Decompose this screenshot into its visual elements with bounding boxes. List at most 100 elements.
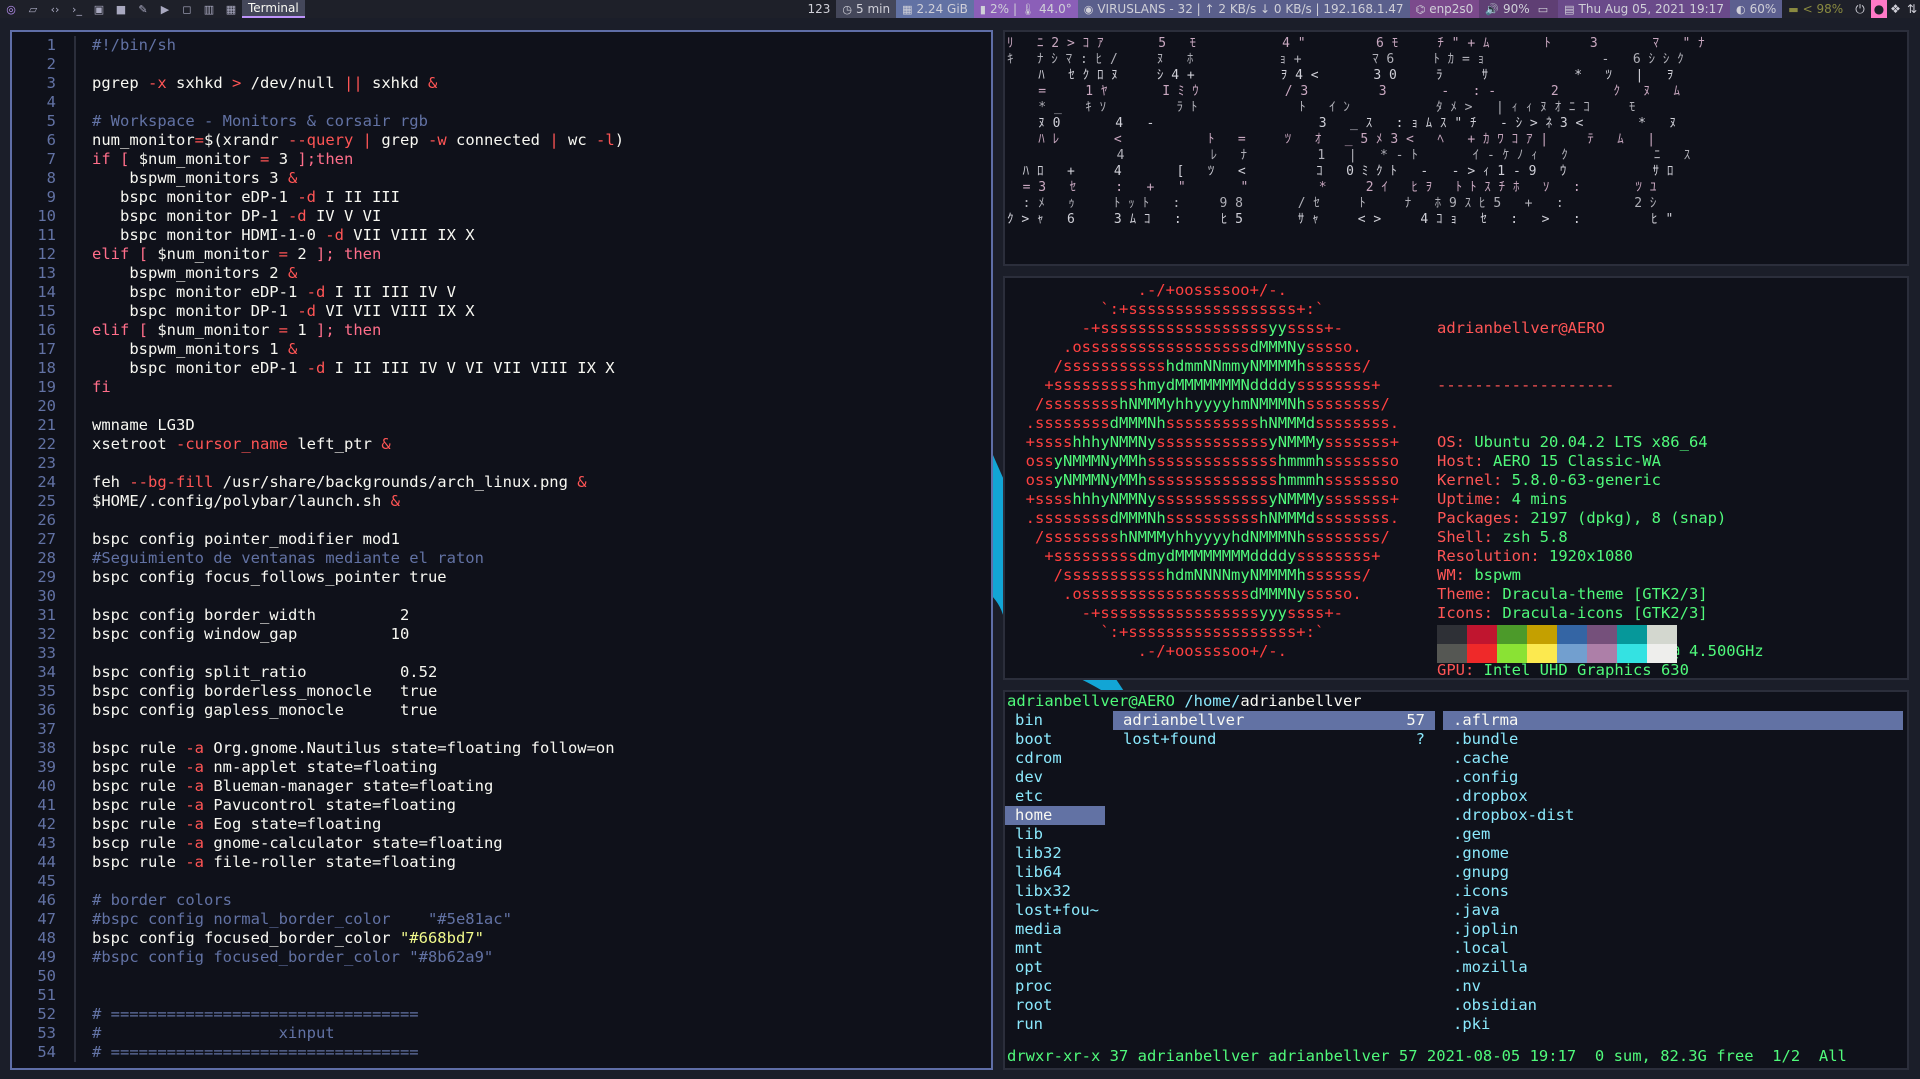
ranger-columns: bin boot cdrom dev etc home lib lib32 lib64 libx3… bbox=[1005, 711, 1907, 1034]
directory-item[interactable]: .bundle bbox=[1443, 730, 1903, 749]
directory-item[interactable]: boot bbox=[1005, 730, 1105, 749]
ascii-line: /sssssssshNMMMyhhyyyyhmNMMMNhssssssss/ bbox=[1007, 395, 1390, 413]
directory-item[interactable]: etc bbox=[1005, 787, 1105, 806]
dracula-icon[interactable]: ◎ bbox=[0, 0, 22, 18]
directory-item[interactable]: lib64 bbox=[1005, 863, 1105, 882]
directory-item[interactable]: .gem bbox=[1443, 825, 1903, 844]
ascii-line: +ssssssssshmydMMMMMMMNddddyssssssss+ bbox=[1007, 376, 1381, 394]
directory-item[interactable]: dev bbox=[1005, 768, 1105, 787]
ascii-line: ossyNMMMNyMMhsssssssssssssshmmmhssssssso bbox=[1007, 471, 1400, 489]
code-line: 19 fi bbox=[12, 378, 991, 397]
ascii-line: /ssssssssssshdmNNNNmyNMMMMhssssss/ bbox=[1007, 566, 1372, 584]
palette-swatch bbox=[1647, 625, 1677, 644]
uptime-module: ◷ 5 min bbox=[836, 0, 897, 18]
code-line: 28 #Seguimiento de ventanas mediante el r… bbox=[12, 549, 991, 568]
current-column: adrianbellver 57 lost+found? bbox=[1105, 711, 1435, 1034]
ascii-line: `:+ssssssssssssssssss+:` bbox=[1007, 300, 1325, 318]
chart-icon[interactable]: ▥ bbox=[198, 0, 220, 18]
browser-icon[interactable]: ◻ bbox=[176, 0, 198, 18]
ascii-line: `:+ssssssssssssssssss+:` bbox=[1007, 623, 1325, 641]
camera-icon[interactable]: ▶ bbox=[154, 0, 176, 18]
matrix-row: ﾊ ｾ ｸ ﾛ ﾇ ｼ 4 + ｦ 4 < 3 0 ﾗ ｻ * ﾂ | ｦ bbox=[1007, 68, 1674, 83]
directory-item[interactable]: lost+found? bbox=[1113, 730, 1435, 749]
code-line: 47 #bspc config normal_border_color "#5e8… bbox=[12, 910, 991, 929]
directory-item[interactable]: .nv bbox=[1443, 977, 1903, 996]
directory-item[interactable]: .dropbox bbox=[1443, 787, 1903, 806]
directory-item[interactable]: proc bbox=[1005, 977, 1105, 996]
code-line: 32 bspc config window_gap 10 bbox=[12, 625, 991, 644]
directory-item[interactable]: cdrom bbox=[1005, 749, 1105, 768]
terminal-icon[interactable]: ›_ bbox=[66, 0, 88, 18]
ascii-line: .ossssssssssssssssssdMMMNysssso. bbox=[1007, 338, 1362, 356]
directory-item[interactable]: opt bbox=[1005, 958, 1105, 977]
tray-dropbox-icon[interactable]: ❖ bbox=[1887, 0, 1904, 18]
matrix-terminal[interactable]: ﾘ ﾆ 2 > ｺ ｱ 5 ﾓ 4 " 6 ﾓ ﾁ " + ﾑ ﾄ 3 ﾏ " … bbox=[1003, 30, 1909, 266]
palette-swatch bbox=[1557, 644, 1587, 663]
video-icon[interactable]: ■ bbox=[110, 0, 132, 18]
power-button[interactable]: ⏻ bbox=[1849, 0, 1871, 18]
volume-module[interactable]: 🔊 90% ▭ bbox=[1479, 0, 1559, 18]
directory-item[interactable]: home bbox=[1005, 806, 1105, 825]
tray-app-icon[interactable]: ● bbox=[1870, 0, 1888, 18]
monitor-icon: ▭ bbox=[1537, 2, 1549, 16]
active-window-title[interactable]: Terminal bbox=[242, 0, 305, 18]
directory-item[interactable]: .joplin bbox=[1443, 920, 1903, 939]
directory-item[interactable]: .java bbox=[1443, 901, 1903, 920]
code-line: 3 pgrep -x sxhkd > /dev/null || sxhkd & bbox=[12, 74, 991, 93]
line-number: 43 bbox=[37, 834, 56, 852]
directory-item[interactable]: root bbox=[1005, 996, 1105, 1015]
folder-icon[interactable]: ▱ bbox=[22, 0, 44, 18]
cpu-icon: ▮ bbox=[979, 2, 986, 16]
line-number: 33 bbox=[37, 644, 56, 662]
line-number: 49 bbox=[37, 948, 56, 966]
palette-swatch bbox=[1527, 625, 1557, 644]
pen-icon[interactable]: ✎ bbox=[132, 0, 154, 18]
code-line: 41 bspc rule -a Pavucontrol state=floatin… bbox=[12, 796, 991, 815]
line-number: 34 bbox=[37, 663, 56, 681]
directory-item[interactable]: .icons bbox=[1443, 882, 1903, 901]
directory-item[interactable]: adrianbellver 57 bbox=[1113, 711, 1435, 730]
ethernet-module: ⌬ enp2s0 bbox=[1409, 0, 1480, 18]
directory-item[interactable]: .mozilla bbox=[1443, 958, 1903, 977]
tray-network-icon[interactable]: ⇅ bbox=[1904, 0, 1920, 18]
code-line: 37 bbox=[12, 720, 991, 739]
palette-swatch bbox=[1647, 644, 1677, 663]
directory-item[interactable]: run bbox=[1005, 1015, 1105, 1034]
directory-item[interactable]: media bbox=[1005, 920, 1105, 939]
line-number: 5 bbox=[46, 112, 56, 130]
directory-item[interactable]: lib32 bbox=[1005, 844, 1105, 863]
directory-item[interactable]: .config bbox=[1443, 768, 1903, 787]
code-icon[interactable]: ‹› bbox=[44, 0, 66, 18]
palette-swatch bbox=[1467, 625, 1497, 644]
directory-item[interactable]: .pki bbox=[1443, 1015, 1903, 1034]
line-number: 14 bbox=[37, 283, 56, 301]
network-module[interactable]: ◉ VIRUSLANS - 32 | ↑ 2 KB/s ↓ 0 KB/s | 19… bbox=[1077, 0, 1410, 18]
directory-item[interactable]: mnt bbox=[1005, 939, 1105, 958]
code-line: 53 # xinput bbox=[12, 1024, 991, 1043]
code-line: 48 bspc config focused_border_color "#668… bbox=[12, 929, 991, 948]
palette-swatch bbox=[1437, 625, 1467, 644]
directory-item[interactable]: bin bbox=[1005, 711, 1105, 730]
directory-item[interactable]: .local bbox=[1443, 939, 1903, 958]
info-row: GPU: Intel UHD Graphics 630 bbox=[1437, 661, 1689, 679]
ranger-terminal[interactable]: adrianbellver@AERO /home/adrianbellver b… bbox=[1003, 690, 1909, 1070]
directory-item[interactable]: .cache bbox=[1443, 749, 1903, 768]
brightness-module[interactable]: ◐ 60% bbox=[1729, 0, 1783, 18]
line-number: 35 bbox=[37, 682, 56, 700]
directory-item[interactable]: lost+fou~ bbox=[1005, 901, 1105, 920]
directory-item[interactable]: .obsidian bbox=[1443, 996, 1903, 1015]
directory-item[interactable]: .aflrma bbox=[1443, 711, 1903, 730]
code-line: 40 bspc rule -a Blueman-manager state=flo… bbox=[12, 777, 991, 796]
image-icon[interactable]: ▣ bbox=[88, 0, 110, 18]
neofetch-terminal[interactable]: .-/+oossssoo+/-. `:+ssssssssssssssssss+:… bbox=[1003, 276, 1909, 680]
line-number: 11 bbox=[37, 226, 56, 244]
directory-item[interactable]: .gnupg bbox=[1443, 863, 1903, 882]
line-number: 29 bbox=[37, 568, 56, 586]
directory-item[interactable]: lib bbox=[1005, 825, 1105, 844]
grid-icon[interactable]: ▦ bbox=[220, 0, 242, 18]
line-number: 44 bbox=[37, 853, 56, 871]
directory-item[interactable]: libx32 bbox=[1005, 882, 1105, 901]
editor-terminal[interactable]: 1 #!/bin/sh 2 3 pgrep -x sxhkd > /dev/null |… bbox=[10, 30, 993, 1070]
directory-item[interactable]: .dropbox-dist bbox=[1443, 806, 1903, 825]
directory-item[interactable]: .gnome bbox=[1443, 844, 1903, 863]
